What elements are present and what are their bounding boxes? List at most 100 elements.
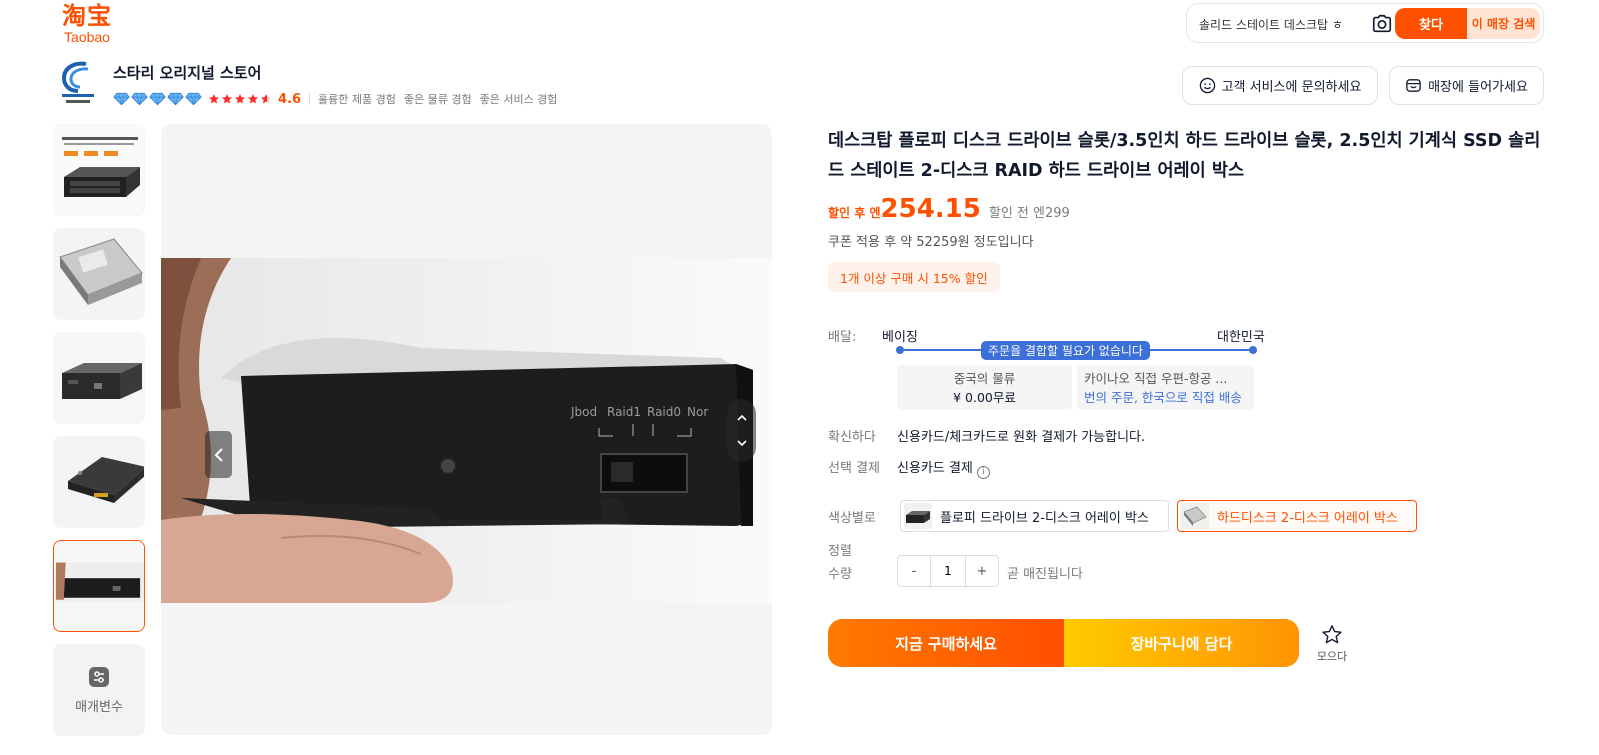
experience-product: 훌륭한 제품 경험 (318, 93, 396, 106)
logo-chinese-text: 淘宝 (62, 2, 112, 30)
chevron-up-icon[interactable] (736, 413, 748, 423)
rating-star-icon (222, 94, 232, 104)
sku-option-floppy-array[interactable]: 플로피 드라이브 2-디스크 어레이 박스 (900, 500, 1169, 532)
color-label: 색상별로 (828, 511, 876, 526)
thumbnail-4[interactable] (53, 436, 145, 528)
diamond-rating (113, 92, 202, 106)
parameters-label: 매개변수 (75, 699, 123, 715)
customer-service-button[interactable]: 고객 서비스에 문의하세요 (1182, 66, 1378, 105)
enter-store-button[interactable]: 매장에 들어가세요 (1389, 66, 1544, 105)
stock-note: 곧 매진됩니다 (1007, 567, 1083, 582)
chevron-left-icon (214, 447, 223, 462)
thumbnail-image (54, 333, 144, 423)
favorite-label: 모으다 (1316, 650, 1348, 663)
store-name[interactable]: 스타리 오리지널 스토어 (113, 62, 261, 83)
diamond-icon (185, 92, 202, 106)
store-logo[interactable] (60, 60, 96, 106)
store-rating-value: 4.6 (278, 91, 302, 107)
price-row: 할인 후 엔 254.15 할인 전 엔299 (828, 194, 1070, 224)
favorite-button[interactable]: 모으다 (1312, 624, 1352, 664)
ship-to[interactable]: 대한민국 (1217, 326, 1265, 345)
add-to-cart-button[interactable]: 장바구니에 담다 (1064, 619, 1299, 667)
payment-method-value: 신용카드 결제 (897, 461, 973, 476)
diamond-icon (167, 92, 184, 106)
combine-order-badge: 주문을 결합할 필요가 없습니다 (981, 341, 1150, 360)
rating-star-icon (261, 94, 271, 104)
quantity-increase-button[interactable]: + (966, 556, 998, 586)
thumbnail-2[interactable] (53, 228, 145, 320)
search-input[interactable] (1199, 13, 1367, 35)
photo-port-label-raid0: Raid0 (647, 405, 681, 419)
discount-badge: 1개 이상 구매 시 15% 할인 (828, 262, 1000, 292)
customer-service-label: 고객 서비스에 문의하세요 (1221, 80, 1362, 95)
photo-port-label-jbod: Jbod (570, 405, 597, 419)
quantity-stepper: - + (897, 555, 999, 587)
sliders-icon (89, 666, 109, 687)
image-prev-button[interactable] (205, 431, 232, 478)
price-value: 254.15 (880, 194, 981, 224)
diamond-icon (113, 92, 130, 106)
product-photo: Jbod Raid1 Raid0 Nor (161, 258, 772, 603)
diamond-icon (149, 92, 166, 106)
camera-icon[interactable] (1371, 13, 1393, 35)
thumbnail-3[interactable] (53, 332, 145, 424)
route-end-dot (1249, 346, 1257, 354)
store-icon (1406, 79, 1421, 92)
search-button[interactable]: 찾다 (1395, 8, 1467, 39)
original-price: 할인 전 엔299 (988, 206, 1070, 221)
buy-now-button[interactable]: 지금 구매하세요 (828, 619, 1064, 667)
confirm-value: 신용카드/체크카드로 원화 결제가 가능합니다. (897, 430, 1146, 445)
experience-logistics: 좋은 물류 경험 (403, 93, 472, 106)
intl-logistics-box[interactable]: 카이나오 직접 우편-항공 ... 번의 주문, 한국으로 직접 배송 (1077, 365, 1254, 410)
product-title: 데스크탑 플로피 디스크 드라이브 슬롯/3.5인치 하드 드라이브 슬롯, 2… (828, 131, 1541, 181)
sku-option-hdd-array[interactable]: 하드디스크 2-디스크 어레이 박스 (1177, 500, 1417, 532)
star-outline-icon (1322, 625, 1342, 644)
thumbnail-image (54, 541, 144, 631)
china-logistics-box: 중국의 물류 ¥ 0.00무료 (897, 365, 1072, 410)
china-logistics-title: 중국의 물류 (953, 371, 1016, 386)
store-meta: 4.6 훌륭한 제품 경험 좋은 물류 경험 좋은 서비스 경험 (113, 90, 565, 108)
sku-label: 플로피 드라이브 2-디스크 어레이 박스 (940, 510, 1149, 526)
intl-logistics-title: 카이나오 직접 우편-항공 ... (1084, 371, 1228, 386)
photo-port-label-nor: Nor (687, 405, 708, 419)
photo-port-label-raid1: Raid1 (607, 405, 641, 419)
confirm-label: 확신하다 (828, 430, 876, 445)
sort-label: 정렬 (828, 544, 852, 559)
info-icon[interactable]: i (976, 465, 990, 479)
search-bar: 찾다 이 매장 검색 (1186, 3, 1544, 43)
coupon-note: 쿠폰 적용 후 약 52259원 정도입니다 (828, 235, 1034, 250)
route-start-dot (896, 346, 904, 354)
quantity-decrease-button[interactable]: - (898, 556, 930, 586)
taobao-logo[interactable]: 淘宝 Taobao (54, 2, 120, 44)
sku-thumbnail (904, 503, 932, 529)
main-product-image[interactable]: Jbod Raid1 Raid0 Nor (161, 124, 772, 735)
quantity-label: 수량 (828, 567, 852, 582)
thumbnail-image (54, 229, 144, 319)
chevron-down-icon[interactable] (736, 438, 748, 448)
shipping-label: 배달: (828, 330, 857, 345)
divider (309, 93, 311, 105)
ship-from: 베이징 (882, 330, 918, 345)
parameters-button[interactable]: 매개변수 (53, 644, 145, 736)
thumbnail-image (54, 437, 144, 527)
intl-logistics-link[interactable]: 번의 주문, 한국으로 직접 배송 (1084, 388, 1254, 407)
china-logistics-price: ¥ 0.00무료 (953, 390, 1016, 405)
enter-store-label: 매장에 들어가세요 (1428, 80, 1528, 95)
thumbnail-1[interactable] (53, 124, 145, 216)
quantity-input[interactable] (930, 556, 966, 586)
rating-star-icon (235, 94, 245, 104)
image-vertical-nav (727, 399, 756, 462)
rating-star-icon (209, 94, 219, 104)
rating-star-icon (248, 94, 258, 104)
sku-thumbnail (1181, 503, 1209, 529)
logo-english-text: Taobao (64, 29, 110, 45)
thumbnail-image (54, 125, 144, 215)
price-label: 할인 후 엔 (828, 206, 881, 220)
experience-service: 좋은 서비스 경험 (479, 93, 558, 106)
star-rating (208, 93, 272, 105)
store-search-button[interactable]: 이 매장 검색 (1467, 8, 1540, 39)
smile-icon (1199, 77, 1215, 94)
payment-method-label: 선택 결제 (828, 461, 880, 476)
thumbnail-5[interactable] (53, 540, 145, 632)
diamond-icon (131, 92, 148, 106)
